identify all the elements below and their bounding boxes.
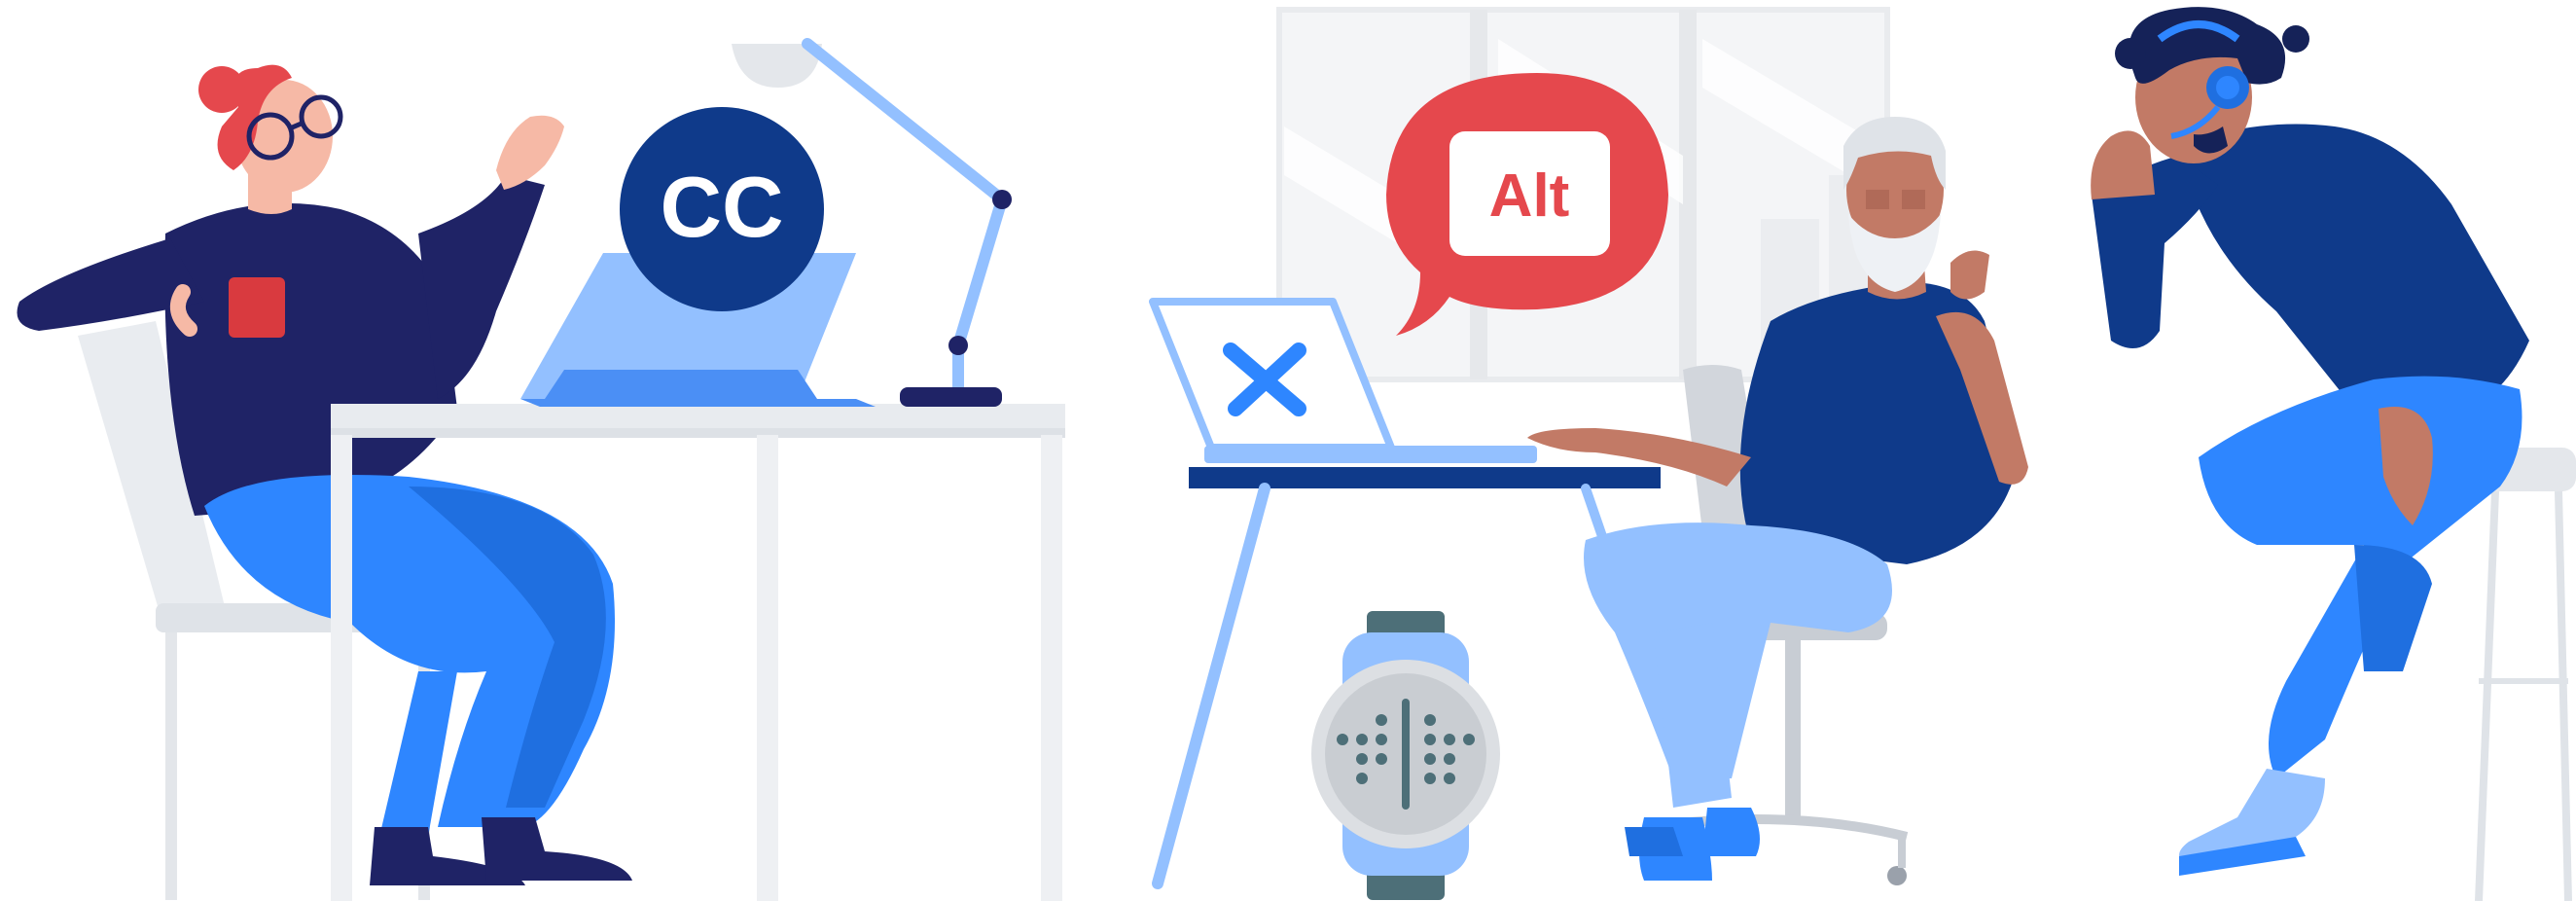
- braille-watch: [1311, 611, 1500, 900]
- alt-text-bubble-label: Alt: [1489, 162, 1570, 230]
- mug-icon: [229, 277, 285, 338]
- caption-badge: CC: [620, 107, 824, 311]
- bar-stool: [2471, 448, 2576, 901]
- woman-with-mug: [17, 64, 632, 885]
- caption-badge-label: CC: [660, 159, 783, 255]
- accessibility-illustration: CC Alt: [17, 7, 2576, 901]
- man-with-headset: [2091, 7, 2529, 876]
